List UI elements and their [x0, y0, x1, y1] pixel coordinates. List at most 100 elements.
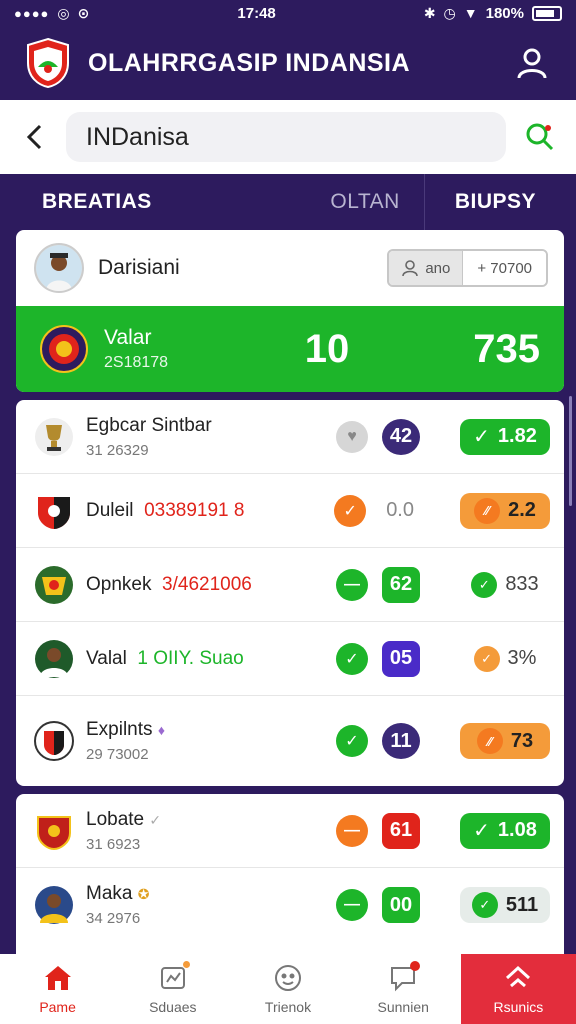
- user-icon[interactable]: [512, 43, 552, 83]
- odds-value: 1.08: [497, 819, 537, 841]
- score-box: 0.0: [386, 499, 414, 521]
- row-text: Valal 1 OIIY. Suao: [86, 648, 336, 670]
- minus-icon[interactable]: —: [336, 568, 368, 601]
- row-text: Duleil 03389191 8: [86, 500, 334, 522]
- search-button[interactable]: [520, 117, 560, 157]
- player-avatar-icon: [34, 639, 74, 679]
- trophy-icon: [34, 417, 74, 457]
- odds-button[interactable]: ✓ 3%: [460, 641, 550, 677]
- odds-value: 511: [505, 893, 539, 916]
- score-b: 735: [473, 326, 540, 371]
- row-name: Opnkek: [86, 573, 152, 595]
- nav-label: Pame: [39, 999, 76, 1015]
- list-item[interactable]: Valal 1 OIIY. Suao ✓ 05 ✓ 3%: [16, 622, 564, 696]
- row-name-text: Lobate: [86, 808, 145, 830]
- search-input[interactable]: INDanisa: [66, 112, 506, 162]
- club-crest-icon: [34, 565, 74, 605]
- minus-icon[interactable]: —: [336, 889, 368, 921]
- check-icon: ✓: [473, 645, 500, 672]
- minus-icon[interactable]: —: [336, 814, 368, 847]
- score-box: 42: [382, 418, 420, 455]
- team-badge-icon: [40, 325, 88, 373]
- player-avatar-icon: [34, 885, 74, 925]
- odds-value: 2.2: [508, 499, 536, 521]
- odds-button[interactable]: ✓ 1.82: [460, 418, 550, 455]
- row-name: Valal: [86, 647, 127, 669]
- team-code: 2S18178: [104, 354, 169, 371]
- person-icon: [402, 260, 419, 277]
- row-sub: 29 73002: [86, 746, 149, 763]
- list-item[interactable]: Opnkek 3/4621006 — 62 ✓ 833: [16, 548, 564, 622]
- row-name-text: Expilnts: [86, 719, 153, 740]
- notification-dot: [410, 961, 421, 971]
- app-title: OLAHRRGASIP INDANSIA: [88, 48, 411, 77]
- featured-team: Valar 2S18178: [104, 326, 305, 372]
- nav-chat[interactable]: Sunnien: [346, 954, 461, 1024]
- check-icon: ✓: [471, 571, 498, 598]
- follow-count: + 70700: [463, 251, 546, 285]
- app-icon: ⊙: [77, 4, 90, 21]
- odds-button[interactable]: ✓ 833: [460, 567, 550, 603]
- smile-icon: [273, 963, 303, 993]
- bottom-nav: Pame Sduaes Trienok Sunnien Rsunics: [0, 954, 576, 1024]
- row-name: Duleil: [86, 499, 134, 521]
- nav-stats[interactable]: Sduaes: [115, 954, 230, 1024]
- row-code: 03389191 8: [144, 499, 245, 521]
- verified-icon: ♦: [157, 722, 165, 738]
- stats-icon: [158, 961, 190, 993]
- list-item[interactable]: Lobate ✓ 31 6923 — 61 ✓ 1.08: [16, 794, 564, 868]
- check-badge-icon[interactable]: ✓: [336, 642, 368, 675]
- featured-card: Darisiani ano + 70700 Valar 2S18178 10 7…: [16, 230, 564, 392]
- odds-button[interactable]: ✓ 1.08: [460, 812, 550, 849]
- nav-home[interactable]: Pame: [0, 954, 115, 1024]
- score-box: 62: [382, 566, 420, 603]
- avatar[interactable]: [34, 243, 84, 293]
- follow-label: ano: [425, 259, 451, 277]
- nav-friends[interactable]: Trienok: [230, 954, 345, 1024]
- status-left: ●●●● ◎ ⊙: [14, 5, 89, 22]
- check-badge-icon[interactable]: ✓: [336, 725, 368, 757]
- odds-button[interactable]: ✓ 511: [460, 887, 550, 923]
- row-sub: 31 6923: [86, 835, 141, 853]
- odds-button[interactable]: ⁄⁄ 2.2: [460, 492, 550, 529]
- row-inline: Opnkek 3/4621006: [86, 574, 336, 596]
- tab-breatias[interactable]: BREATIAS: [16, 190, 330, 214]
- home-icon: [43, 963, 73, 993]
- search-icon: [526, 123, 554, 151]
- tab-biupsy[interactable]: BIUPSY: [425, 190, 560, 214]
- status-right: ✱ ◷ ▼ 180%: [424, 5, 562, 22]
- list-item[interactable]: Expilnts ♦ 29 73002 ✓ 11 ⁄⁄ 73: [16, 696, 564, 786]
- nav-label: Trienok: [264, 999, 312, 1015]
- list-item[interactable]: Maka ✪ 34 2976 — 00 ✓ 511: [16, 868, 564, 942]
- follow-button[interactable]: ano: [389, 251, 464, 285]
- scrollbar[interactable]: [569, 396, 572, 506]
- shield-logo-icon: [24, 37, 72, 89]
- row-text: Maka ✪ 34 2976: [86, 883, 336, 927]
- featured-score-bar[interactable]: Valar 2S18178 10 735: [16, 306, 564, 392]
- tab-oltan[interactable]: OLTAN: [330, 174, 425, 230]
- row-code: 3/4621006: [162, 573, 252, 595]
- nav-results[interactable]: Rsunics: [460, 954, 576, 1024]
- list-item[interactable]: Egbcar Sintbar 31 26329 ♥ 42 ✓ 1.82: [16, 400, 564, 474]
- score-box: 11: [382, 723, 420, 759]
- heart-icon[interactable]: ♥: [336, 420, 368, 453]
- status-bar: ●●●● ◎ ⊙ 17:48 ✱ ◷ ▼ 180%: [0, 0, 576, 26]
- nav-label: Sduaes: [149, 999, 197, 1015]
- row-text: Egbcar Sintbar 31 26329: [86, 415, 336, 459]
- trophy-icon: [503, 963, 533, 993]
- chevron-left-icon: [26, 124, 42, 150]
- signal-dots-icon: ●●●●: [14, 5, 50, 21]
- row-code: 1 OIIY. Suao: [137, 647, 244, 669]
- club-shield-icon: [34, 811, 74, 851]
- odds-value: 1.82: [497, 425, 537, 447]
- featured-header: Darisiani ano + 70700: [16, 230, 564, 306]
- list-item[interactable]: Duleil 03389191 8 ✓ 0.0 ⁄⁄ 2.2: [16, 474, 564, 548]
- back-button[interactable]: [16, 117, 52, 157]
- check-badge-icon[interactable]: ✓: [334, 494, 367, 527]
- notification-dot: [182, 961, 190, 968]
- match-list-card: Egbcar Sintbar 31 26329 ♥ 42 ✓ 1.82 Dule…: [16, 400, 564, 786]
- search-row: INDanisa: [0, 100, 576, 174]
- odds-value: 833: [505, 573, 539, 595]
- odds-button[interactable]: ⁄⁄ 73: [460, 723, 550, 759]
- follow-group: ano + 70700: [387, 249, 548, 287]
